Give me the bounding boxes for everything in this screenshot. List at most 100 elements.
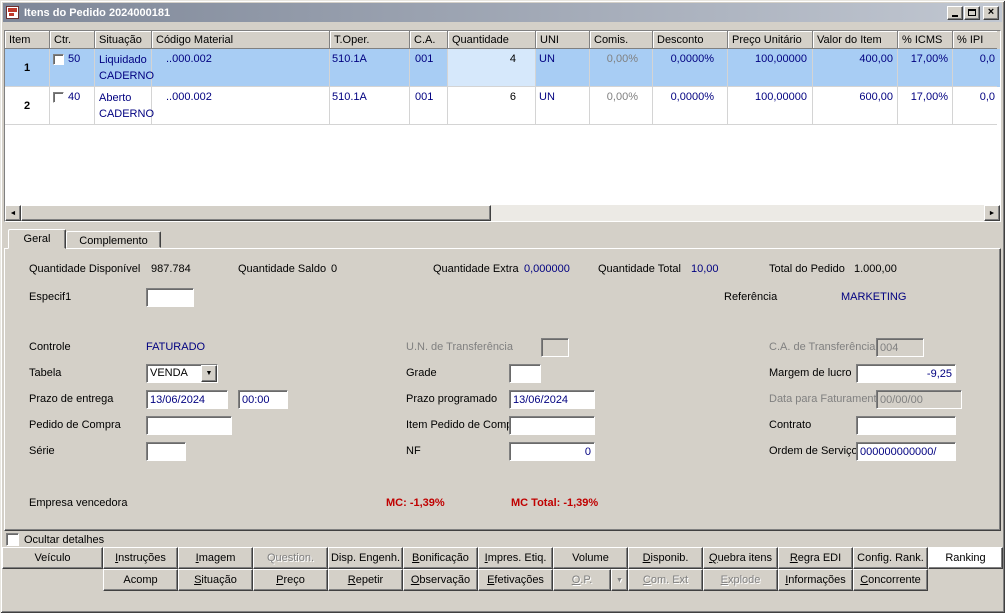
close-icon: × bbox=[987, 6, 995, 18]
button-efetivacoes[interactable]: Efetivações bbox=[478, 569, 553, 591]
value-quantidade-total: 10,00 bbox=[691, 263, 719, 275]
row-checkbox[interactable] bbox=[53, 54, 64, 65]
column-header-desconto[interactable]: Desconto bbox=[653, 31, 728, 49]
button-quebra-itens[interactable]: Quebra itens bbox=[703, 547, 778, 569]
pedido-compra-input[interactable] bbox=[146, 416, 232, 435]
scroll-left-arrow-icon[interactable]: ◄ bbox=[5, 205, 21, 221]
column-header-item[interactable]: Item bbox=[5, 31, 50, 49]
especif1-input[interactable] bbox=[146, 288, 194, 307]
grid-body[interactable]: 1 50 Liquidado CADERNO ..000.002 510.1A 001 4 UN… bbox=[5, 49, 1000, 205]
button-volume[interactable]: Volume bbox=[553, 547, 628, 569]
label-data-faturamento: Data para Faturamento bbox=[769, 393, 883, 405]
button-config-rank[interactable]: Config. Rank. bbox=[853, 547, 928, 569]
column-header-situacao[interactable]: Situação bbox=[95, 31, 152, 49]
grid-horizontal-scrollbar[interactable]: ◄ ► bbox=[5, 205, 1000, 221]
margem-lucro-input[interactable] bbox=[856, 364, 956, 383]
cell-codigo-material[interactable]: ..000.002 bbox=[152, 87, 330, 125]
nf-input[interactable] bbox=[509, 442, 595, 461]
button-repetir[interactable]: Repetir bbox=[328, 569, 403, 591]
un-transferencia-input bbox=[541, 338, 569, 357]
button-impres-etiq[interactable]: Impres. Etiq. bbox=[478, 547, 553, 569]
cell-codigo-material[interactable]: ..000.002 bbox=[152, 49, 330, 87]
cell-item[interactable]: 2 bbox=[5, 87, 50, 125]
cell-uni[interactable]: UN bbox=[536, 87, 590, 125]
prazo-entrega-date-input[interactable] bbox=[146, 390, 228, 409]
cell-situacao[interactable]: Aberto CADERNO bbox=[95, 87, 154, 125]
button-situacao[interactable]: Situação bbox=[178, 569, 253, 591]
scrollbar-thumb[interactable] bbox=[21, 205, 491, 221]
cell-preco-unitario[interactable]: 100,00000 bbox=[728, 49, 813, 87]
cell-ipi[interactable]: 0,0 bbox=[953, 87, 997, 125]
cell-ca[interactable]: 001 bbox=[410, 87, 448, 125]
prazo-entrega-time-input[interactable] bbox=[238, 390, 288, 409]
maximize-button[interactable] bbox=[964, 5, 980, 20]
button-veiculo[interactable]: Veículo bbox=[2, 547, 103, 569]
prazo-programado-input[interactable] bbox=[509, 390, 595, 409]
cell-ctr[interactable]: 40 bbox=[50, 87, 95, 125]
value-mc: MC: -1,39% bbox=[386, 497, 445, 509]
cell-toper[interactable]: 510.1A bbox=[330, 87, 410, 125]
cell-ctr[interactable]: 50 bbox=[50, 49, 95, 87]
button-imagem[interactable]: Imagem bbox=[178, 547, 253, 569]
column-header-uni[interactable]: UNI bbox=[536, 31, 590, 49]
grid-row-2[interactable]: 2 40 Aberto CADERNO ..000.002 510.1A 001 6 UN 0,0… bbox=[5, 87, 1000, 125]
button-disponib[interactable]: Disponib. bbox=[628, 547, 703, 569]
ca-transferencia-input bbox=[876, 338, 924, 357]
cell-quantidade[interactable]: 6 bbox=[448, 87, 536, 125]
button-acomp[interactable]: Acomp bbox=[103, 569, 178, 591]
scroll-right-arrow-icon[interactable]: ► bbox=[984, 205, 1000, 221]
cell-item[interactable]: 1 bbox=[5, 49, 50, 87]
cell-comis[interactable]: 0,00% bbox=[590, 49, 653, 87]
cell-valor-item[interactable]: 400,00 bbox=[813, 49, 898, 87]
close-button[interactable]: × bbox=[983, 5, 999, 20]
cell-valor-item[interactable]: 600,00 bbox=[813, 87, 898, 125]
window-title: Itens do Pedido 2024000181 bbox=[24, 6, 171, 19]
cell-desconto[interactable]: 0,0000% bbox=[653, 49, 728, 87]
button-regra-edi[interactable]: Regra EDI bbox=[778, 547, 853, 569]
cell-ipi[interactable]: 0,0 bbox=[953, 49, 997, 87]
button-question: Question. bbox=[253, 547, 328, 569]
ocultar-detalhes-checkbox[interactable] bbox=[6, 533, 19, 546]
grade-input[interactable] bbox=[509, 364, 541, 383]
column-header-c-a[interactable]: C.A. bbox=[410, 31, 448, 49]
ordem-servico-input[interactable] bbox=[856, 442, 956, 461]
column-header-ctr[interactable]: Ctr. bbox=[50, 31, 95, 49]
button-instrucoes[interactable]: Instruções bbox=[103, 547, 178, 569]
tab-geral[interactable]: Geral bbox=[8, 229, 66, 249]
button-concorrente[interactable]: Concorrente bbox=[853, 569, 928, 591]
column-header-valor-do-item[interactable]: Valor do Item bbox=[813, 31, 898, 49]
button-disp-engenh[interactable]: Disp. Engenh. bbox=[328, 547, 403, 569]
tabela-select[interactable]: VENDA ▼ bbox=[146, 364, 218, 383]
cell-toper[interactable]: 510.1A bbox=[330, 49, 410, 87]
column-header-ipi[interactable]: % IPI bbox=[953, 31, 997, 49]
tab-complemento[interactable]: Complemento bbox=[66, 231, 161, 248]
button-observacao[interactable]: Observação bbox=[403, 569, 478, 591]
button-bonificacao[interactable]: Bonificação bbox=[403, 547, 478, 569]
cell-uni[interactable]: UN bbox=[536, 49, 590, 87]
button-informacoes[interactable]: Informações bbox=[778, 569, 853, 591]
cell-quantidade[interactable]: 4 bbox=[448, 49, 536, 87]
column-header-icms[interactable]: % ICMS bbox=[898, 31, 953, 49]
item-pedido-compra-input[interactable] bbox=[509, 416, 595, 435]
grid-row-1[interactable]: 1 50 Liquidado CADERNO ..000.002 510.1A 001 4 UN… bbox=[5, 49, 1000, 87]
minimize-button[interactable] bbox=[947, 5, 963, 20]
cell-ca[interactable]: 001 bbox=[410, 49, 448, 87]
cell-desconto[interactable]: 0,0000% bbox=[653, 87, 728, 125]
column-header-preco-unitario[interactable]: Preço Unitário bbox=[728, 31, 813, 49]
column-header-codigo-material[interactable]: Código Material bbox=[152, 31, 330, 49]
cell-icms[interactable]: 17,00% bbox=[898, 49, 953, 87]
column-header-quantidade[interactable]: Quantidade bbox=[448, 31, 536, 49]
value-referencia: MARKETING bbox=[841, 291, 907, 303]
tabela-dropdown-arrow-icon[interactable]: ▼ bbox=[201, 365, 217, 382]
cell-icms[interactable]: 17,00% bbox=[898, 87, 953, 125]
column-header-comis[interactable]: Comis. bbox=[590, 31, 653, 49]
cell-comis[interactable]: 0,00% bbox=[590, 87, 653, 125]
contrato-input[interactable] bbox=[856, 416, 956, 435]
cell-situacao[interactable]: Liquidado CADERNO bbox=[95, 49, 154, 87]
row-checkbox[interactable] bbox=[53, 92, 64, 103]
button-preco[interactable]: Preço bbox=[253, 569, 328, 591]
column-header-t-oper[interactable]: T.Oper. bbox=[330, 31, 410, 49]
serie-input[interactable] bbox=[146, 442, 186, 461]
button-ranking[interactable]: Ranking bbox=[928, 547, 1003, 569]
cell-preco-unitario[interactable]: 100,00000 bbox=[728, 87, 813, 125]
